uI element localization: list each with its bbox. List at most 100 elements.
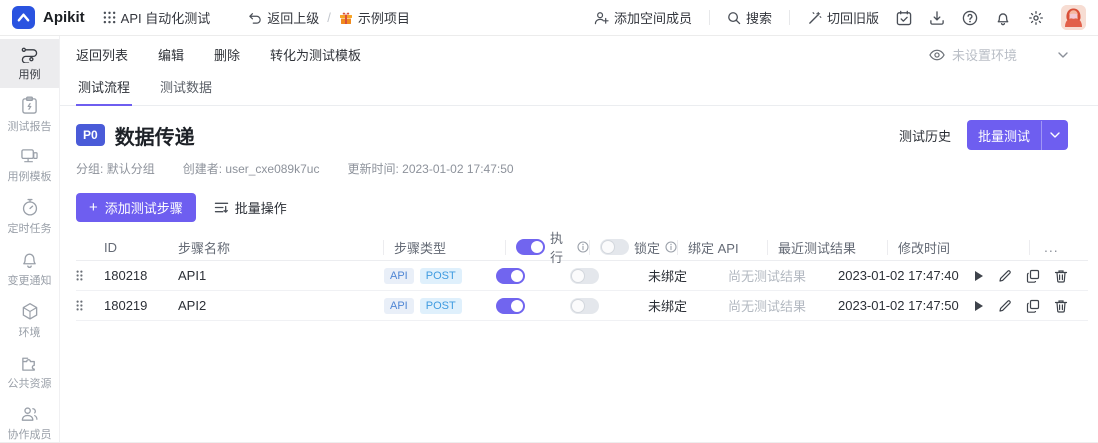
sidebar-item-test-reports[interactable]: 测试报告 xyxy=(0,89,59,140)
delete-icon[interactable] xyxy=(1054,269,1068,283)
latest-result: 尚无测试结果 xyxy=(728,299,807,314)
api-badge: API xyxy=(384,267,414,284)
drag-handle-icon[interactable] xyxy=(76,300,83,311)
steps-table: ID 步骤名称 步骤类型 执行 锁定 绑定 API 最近测试结果 修改时间 ..… xyxy=(76,231,1088,321)
execute-toggle[interactable] xyxy=(496,267,525,284)
delete-icon[interactable] xyxy=(1054,299,1068,313)
table-header-row: ID 步骤名称 步骤类型 执行 锁定 绑定 API 最近测试结果 修改时间 ..… xyxy=(76,231,1088,265)
add-member-button[interactable]: 添加空间成员 xyxy=(594,8,692,27)
column-modified-time: 修改时间 xyxy=(898,239,1030,256)
latest-result: 尚无测试结果 xyxy=(728,269,807,284)
plus-icon: + xyxy=(89,199,98,216)
timer-icon xyxy=(21,198,39,217)
run-icon[interactable] xyxy=(974,270,984,282)
batch-operations-button[interactable]: 批量操作 xyxy=(214,198,287,217)
execute-toggle[interactable] xyxy=(496,297,525,314)
case-title-row: P0 数据传递 测试历史 批量测试 xyxy=(60,106,1098,150)
left-sidebar: 用例 测试报告 用例模板 定时任务 变更通知 环境 公共资源 协作成员 xyxy=(0,36,60,442)
edit-icon[interactable] xyxy=(998,299,1012,313)
resource-icon xyxy=(20,354,39,372)
modified-time: 2023-01-02 17:47:40 xyxy=(838,268,959,283)
app-title: API 自动化测试 xyxy=(120,11,211,26)
sidebar-item-use-cases[interactable]: 用例 xyxy=(0,39,59,88)
environment-select[interactable]: 未设置环境 xyxy=(929,45,1082,64)
sidebar-item-environment[interactable]: 环境 xyxy=(0,295,59,346)
page-title: 数据传递 xyxy=(114,126,195,149)
report-icon xyxy=(21,96,38,115)
calendar-check-icon[interactable] xyxy=(896,10,912,26)
template-icon xyxy=(20,148,39,165)
sidebar-item-case-templates[interactable]: 用例模板 xyxy=(0,141,59,190)
lock-toggle[interactable] xyxy=(570,297,599,314)
copy-icon[interactable] xyxy=(1026,269,1040,283)
person-add-icon xyxy=(594,11,609,25)
gear-icon[interactable] xyxy=(1028,10,1044,26)
project-breadcrumb[interactable]: 示例项目 xyxy=(339,8,410,27)
user-avatar[interactable] xyxy=(1061,5,1086,30)
column-lock: 锁定 xyxy=(600,239,678,256)
column-bind-api: 绑定 API xyxy=(688,239,768,256)
sidebar-item-collaborators[interactable]: 协作成员 xyxy=(0,398,59,442)
divider xyxy=(788,10,790,25)
chevron-down-icon[interactable] xyxy=(1042,132,1068,138)
column-step-type: 步骤类型 xyxy=(394,239,506,256)
help-icon[interactable] xyxy=(962,10,978,26)
step-id: 180219 xyxy=(104,298,148,313)
back-to-list-button[interactable]: 返回列表 xyxy=(76,45,128,64)
download-icon[interactable] xyxy=(929,10,945,26)
priority-badge: P0 xyxy=(76,124,105,146)
add-test-step-button[interactable]: + 添加测试步骤 xyxy=(76,193,196,222)
edit-icon[interactable] xyxy=(998,269,1012,283)
sidebar-item-scheduled-tasks[interactable]: 定时任务 xyxy=(0,191,59,242)
back-upper-level[interactable]: 返回上级 xyxy=(248,8,319,27)
breadcrumb-separator: / xyxy=(327,10,331,25)
gift-icon xyxy=(339,11,353,25)
table-row: 180219 API2 API POST 未绑定 尚无测试结果 2023-01-… xyxy=(76,291,1088,321)
info-icon xyxy=(577,241,589,253)
test-history-link[interactable]: 测试历史 xyxy=(899,126,951,145)
environment-icon xyxy=(21,302,39,321)
step-name[interactable]: API1 xyxy=(178,261,384,290)
switch-old-version-button[interactable]: 切回旧版 xyxy=(807,8,879,27)
flow-icon xyxy=(20,46,39,63)
chevron-down-icon xyxy=(1058,51,1068,58)
step-id: 180218 xyxy=(104,268,148,283)
brand-name: Apikit xyxy=(43,9,85,26)
sidebar-item-public-resources[interactable]: 公共资源 xyxy=(0,347,59,397)
lock-all-toggle[interactable] xyxy=(600,239,629,255)
delete-button[interactable]: 删除 xyxy=(214,45,240,64)
lock-toggle[interactable] xyxy=(570,267,599,284)
drag-handle-column xyxy=(76,240,104,255)
apikit-logo-icon[interactable] xyxy=(12,6,35,29)
main-content: 返回列表 编辑 删除 转化为测试模板 未设置环境 测试流程 测试数据 P0 数据… xyxy=(60,36,1098,442)
bind-status: 未绑定 xyxy=(648,299,688,314)
case-tabs: 测试流程 测试数据 xyxy=(60,73,1098,106)
tab-test-data[interactable]: 测试数据 xyxy=(158,73,214,105)
column-step-name: 步骤名称 xyxy=(178,239,384,256)
run-icon[interactable] xyxy=(974,300,984,312)
grid-apps-icon xyxy=(103,11,116,24)
step-name[interactable]: API2 xyxy=(178,291,384,320)
meta-group: 分组: 默认分组 xyxy=(76,162,155,176)
search-icon xyxy=(727,11,741,25)
tab-test-flow[interactable]: 测试流程 xyxy=(76,73,133,106)
app-switcher[interactable]: API 自动化测试 xyxy=(103,8,211,27)
drag-handle-icon[interactable] xyxy=(76,270,83,281)
copy-icon[interactable] xyxy=(1026,299,1040,313)
batch-test-button[interactable]: 批量测试 xyxy=(966,120,1068,150)
bell-icon xyxy=(21,250,38,269)
edit-button[interactable]: 编辑 xyxy=(158,45,184,64)
meta-updated: 更新时间: 2023-01-02 17:47:50 xyxy=(347,162,514,176)
back-arrow-icon xyxy=(248,12,262,24)
case-meta: 分组: 默认分组 创建者: user_cxe089k7uc 更新时间: 2023… xyxy=(60,150,1098,177)
column-execute: 执行 xyxy=(516,231,590,265)
sidebar-item-change-notifications[interactable]: 变更通知 xyxy=(0,243,59,294)
divider xyxy=(708,10,710,25)
bell-icon[interactable] xyxy=(995,10,1011,26)
convert-template-button[interactable]: 转化为测试模板 xyxy=(270,45,361,64)
search-button[interactable]: 搜索 xyxy=(727,8,772,27)
post-badge: POST xyxy=(419,267,462,284)
execute-all-toggle[interactable] xyxy=(516,239,545,255)
apikit-app: Apikit API 自动化测试 返回上级 / 示例项目 添加空间成员 搜索 切… xyxy=(0,0,1098,443)
eye-icon xyxy=(929,49,945,61)
